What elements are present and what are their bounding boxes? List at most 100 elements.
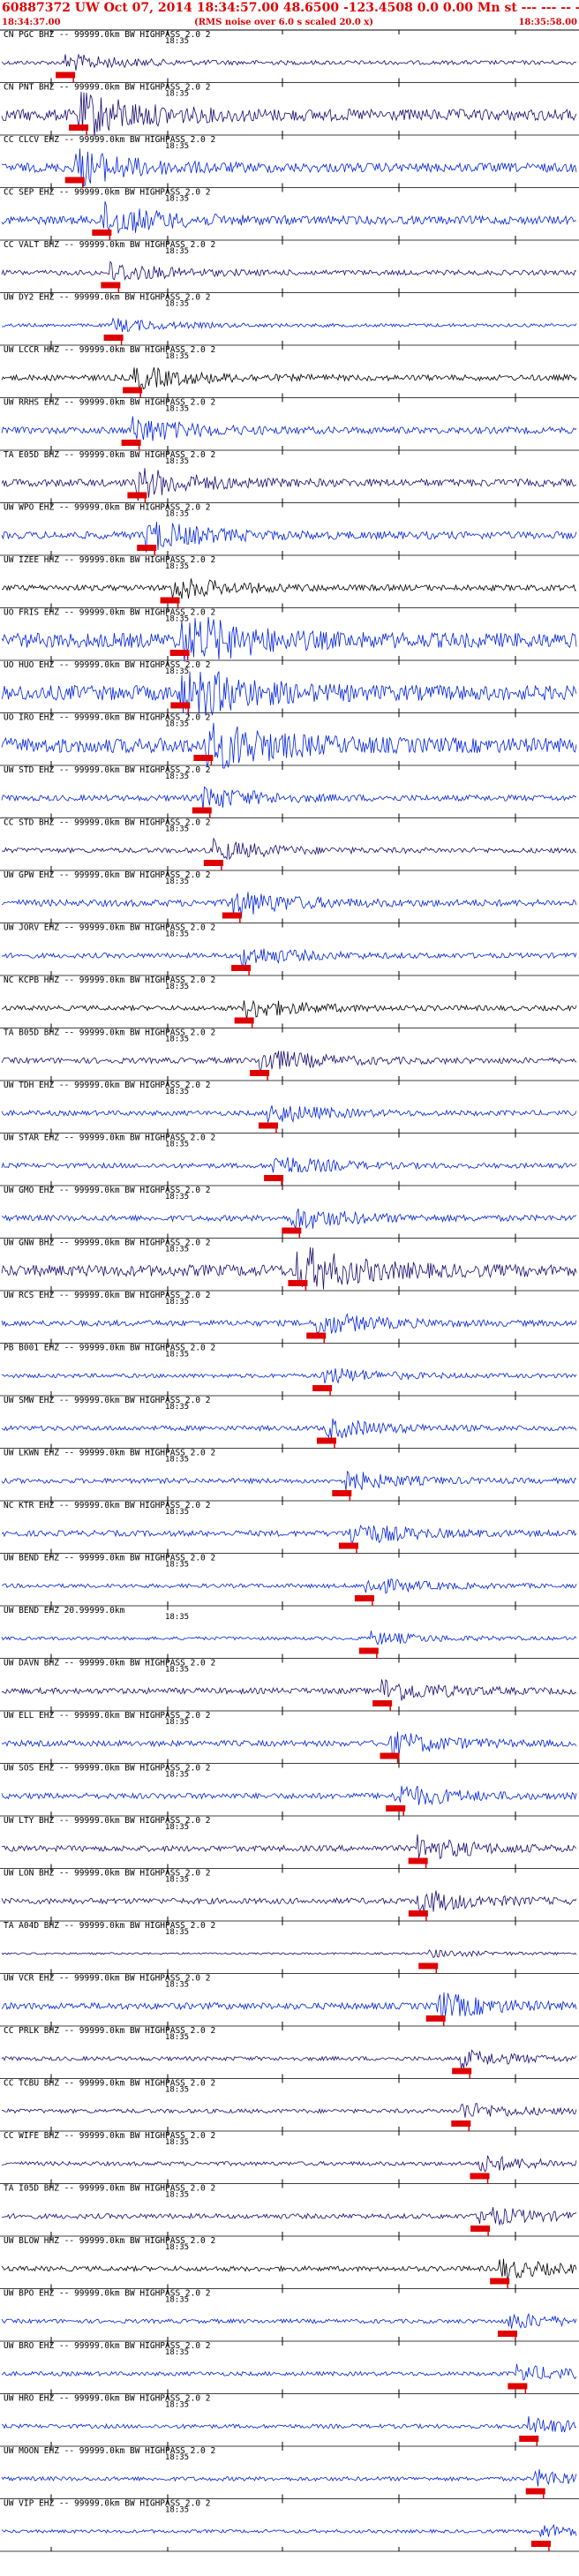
trace-row: 18:35CC SEP EHZ -- 99999.0km BW HIGHPASS… [0, 187, 579, 241]
pick-marker [490, 2278, 510, 2285]
trace-row: 18:35UW HRO EHZ -- 99999.0km BW HIGHPASS… [0, 2393, 579, 2447]
trace-row: 18:35NC KTR EHZ -- 99999.0km BW HIGHPASS… [0, 1501, 579, 1554]
station-label: UW BEND EHZ -- 99999.0km BW HIGHPASS 2.0… [4, 1554, 215, 1563]
pick-marker [386, 1805, 406, 1811]
trace-row: 18:35PB B001 EHZ -- 99999.0km BW HIGHPAS… [0, 1343, 579, 1397]
waveform [1, 2155, 577, 2173]
trace-row: 18:35UW SMW EHZ -- 99999.0km BW HIGHPASS… [0, 1396, 579, 1449]
waveform [1, 148, 577, 187]
waveform [1, 1418, 577, 1440]
waveform [1, 616, 577, 662]
waveform [1, 1470, 577, 1491]
pick-marker [250, 1070, 270, 1076]
pick-marker [372, 1700, 393, 1706]
station-label: UW RCS EHZ -- 99999.0km BW HIGHPASS 2.0 … [4, 1291, 211, 1300]
pick-marker [282, 1227, 302, 1234]
trace-row: 18:35UO FRIS EHZ -- 99999.0km BW HIGHPAS… [0, 607, 579, 662]
trace-row: 18:35UW MOON EHZ -- 99999.0km BW HIGHPAS… [0, 2446, 579, 2499]
pick-marker [312, 1385, 333, 1391]
trace-row: 18:35 UW BEND EHZ 20.99999.0km [0, 1606, 579, 1659]
waveform [2, 2103, 577, 2118]
station-label: UW SMW EHZ -- 99999.0km BW HIGHPASS 2.0 … [4, 1396, 211, 1405]
station-label: UW BLOW HHZ -- 99999.0km BW HIGHPASS 2.0… [4, 2236, 215, 2246]
station-label: UO HUO EHZ -- 99999.0km BW HIGHPASS 2.0 … [4, 660, 211, 670]
waveform [1, 1890, 577, 1915]
trace-row: 18:35UW BPO EHZ -- 99999.0km BW HIGHPASS… [0, 2288, 579, 2342]
pick-marker [127, 492, 147, 499]
station-label: CN PGC BHZ -- 99999.0km BW HIGHPASS 2.0 … [4, 30, 211, 40]
station-label: UW DY2 EHZ -- 99999.0km BW HIGHPASS 2.0 … [4, 293, 211, 303]
station-label: TA A04D BHZ -- 99999.0km BW HIGHPASS 2.0… [4, 1921, 215, 1931]
station-label: NC KTR EHZ -- 99999.0km BW HIGHPASS 2.0 … [4, 1501, 211, 1510]
trace-row: 18:35UW LCCR HHZ -- 99999.0km BW HIGHPAS… [0, 345, 579, 398]
trace-row: 18:35UW LON BHZ -- 99999.0km BW HIGHPASS… [0, 1868, 579, 1922]
seismogram-plot: 18:35 CN PGC BHZ -- 99999.0km BW HIGHPASS… [0, 29, 579, 2552]
trace-row: 18:35UW STD EHZ -- 99999.0km BW HIGHPASS… [0, 765, 579, 818]
waveform [1, 948, 577, 967]
pick-marker [451, 2120, 471, 2127]
waveform [1, 1785, 577, 1806]
pick-marker [170, 702, 191, 709]
station-label: UW BPO EHZ -- 99999.0km BW HIGHPASS 2.0 … [4, 2289, 211, 2299]
waveform [1, 53, 577, 71]
pick-marker [470, 2173, 490, 2180]
waveform [1, 1051, 577, 1073]
station-label: UW STAR EHZ -- 99999.0km BW HIGHPASS 2.0… [4, 1134, 215, 1143]
pick-marker [408, 1857, 428, 1864]
pick-marker [123, 387, 143, 394]
trace-row: 18:35UW BEND EHZ -- 99999.0km BW HIGHPAS… [0, 1553, 579, 1607]
trace-row: 18:35UW GNW BHZ -- 99999.0km BW HIGHPASS… [0, 1238, 579, 1292]
station-label: UW GPW EHZ -- 99999.0km BW HIGHPASS 2.0 … [4, 870, 211, 880]
trace-row: 18:35UW VCR EHZ -- 99999.0km BW HIGHPASS… [0, 1973, 579, 2027]
trace-row: 18:35CC CLCV EHZ -- 99999.0km BW HIGHPAS… [0, 135, 579, 188]
trace-row: 18:35UW LTY BHZ -- 99999.0km BW HIGHPASS… [0, 1816, 579, 1869]
trace-row: 18:35TA A04D BHZ -- 99999.0km BW HIGHPAS… [0, 1921, 579, 1974]
trace-row: 18:35UW GPW EHZ -- 99999.0km BW HIGHPASS… [0, 870, 579, 923]
station-label: CC SEP EHZ -- 99999.0km BW HIGHPASS 2.0 … [4, 188, 211, 198]
station-label: TA B05D BHZ -- 99999.0km BW HIGHPASS 2.0… [4, 1028, 215, 1038]
trace-row: 18:35UW VIP EHZ -- 99999.0km BW HIGHPASS… [0, 2498, 579, 2552]
trace-row: 18:35UW RCS EHZ -- 99999.0km BW HIGHPASS… [0, 1291, 579, 1344]
pick-marker [160, 597, 180, 604]
station-label: UW GNW BHZ -- 99999.0km BW HIGHPASS 2.0 … [4, 1239, 211, 1248]
station-label: UW VIP EHZ -- 99999.0km BW HIGHPASS 2.0 … [4, 2499, 211, 2509]
waveform [1, 1524, 577, 1544]
waveform [1, 2524, 577, 2537]
trace-row: 18:35UW STAR EHZ -- 99999.0km BW HIGHPAS… [0, 1133, 579, 1186]
trace-row: 18:35UW JORV EHZ -- 99999.0km BW HIGHPAS… [0, 923, 579, 976]
pick-marker [408, 1910, 428, 1917]
pick-marker [380, 1752, 400, 1759]
pick-marker [425, 2015, 446, 2022]
trace-row: 18:35UW WPO EHZ -- 99999.0km BW HIGHPASS… [0, 502, 579, 556]
station-label: NC KCPB HHZ -- 99999.0km BW HIGHPASS 2.0… [4, 975, 215, 985]
pick-marker [497, 2331, 517, 2337]
station-label: CC TCBU BHZ -- 99999.0km BW HIGHPASS 2.0… [4, 2079, 215, 2089]
station-label: UW LON BHZ -- 99999.0km BW HIGHPASS 2.0 … [4, 1869, 211, 1879]
station-label: UW LCCR HHZ -- 99999.0km BW HIGHPASS 2.0… [4, 345, 215, 355]
trace-row: 18:35CC TCBU BHZ -- 99999.0km BW HIGHPAS… [0, 2078, 579, 2132]
waveform [1, 786, 577, 812]
waveform [1, 1208, 577, 1230]
trace-row: 18:35UW IZEE HHZ -- 99999.0km BW HIGHPAS… [0, 555, 579, 608]
waveform [1, 2469, 577, 2487]
pick-marker [332, 1490, 352, 1496]
pick-marker [316, 1437, 336, 1444]
waveform [1, 2049, 577, 2069]
pick-marker [137, 545, 157, 551]
waveform [1, 578, 577, 599]
station-label: PB B001 EHZ -- 99999.0km BW HIGHPASS 2.0… [4, 1344, 215, 1353]
station-label: UW DAVN BHZ -- 99999.0km BW HIGHPASS 2.0… [4, 1659, 215, 1668]
station-label: UW MOON EHZ -- 99999.0km BW HIGHPASS 2.0… [4, 2446, 215, 2456]
waveform [1, 2312, 577, 2329]
pick-marker [56, 72, 76, 79]
waveform [1, 2258, 577, 2280]
trace-row: 18:35CC VALT BHZ -- 99999.0km BW HIGHPAS… [0, 240, 579, 293]
station-label: UW WPO EHZ -- 99999.0km BW HIGHPASS 2.0 … [4, 503, 211, 513]
waveform [1, 366, 577, 390]
time-tick-label: 18:35 [165, 1613, 189, 1622]
waveform [1, 1679, 577, 1701]
station-label: UO FRIS EHZ -- 99999.0km BW HIGHPASS 2.0… [4, 608, 215, 618]
pick-marker [121, 440, 141, 446]
waveform [1, 2416, 577, 2433]
station-label: UW LTY BHZ -- 99999.0km BW HIGHPASS 2.0 … [4, 1816, 211, 1826]
